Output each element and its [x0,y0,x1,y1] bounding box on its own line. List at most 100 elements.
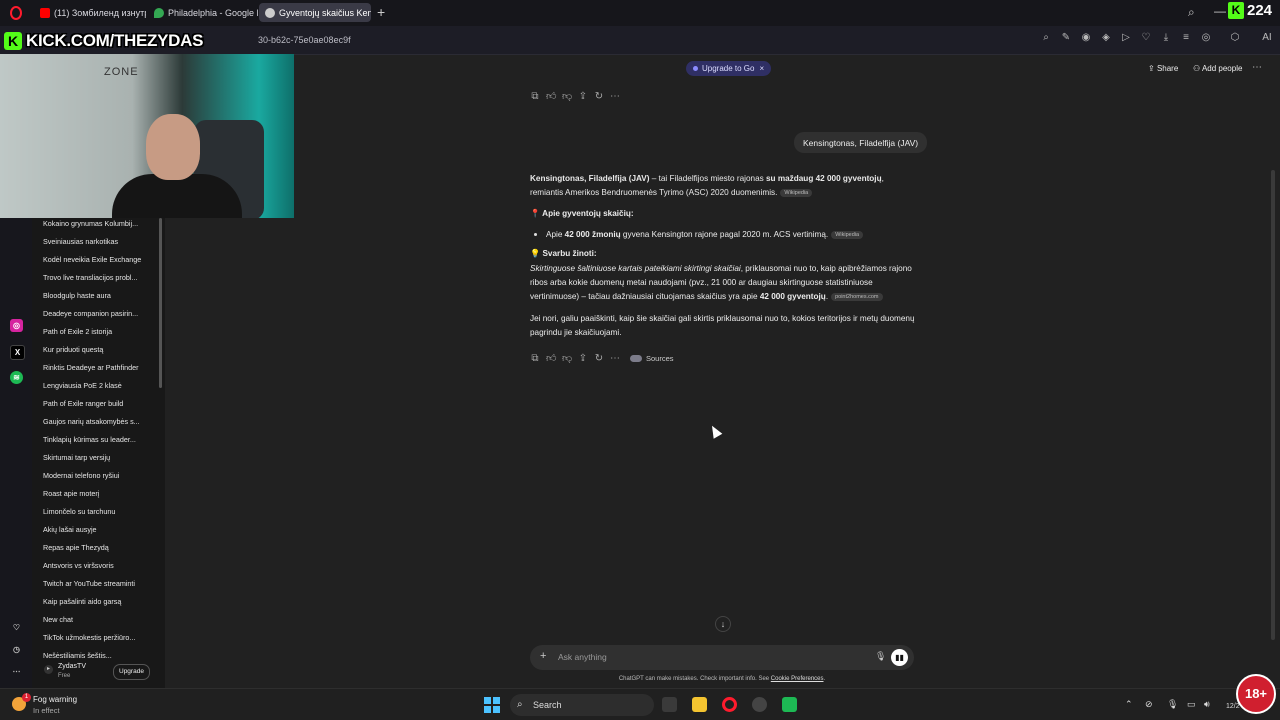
copy-icon[interactable]: ⧉ [530,91,540,102]
weather-title[interactable]: Fog warning [33,695,77,704]
tab-chatgpt[interactable]: Gyventojų skaičius Kensin [259,3,371,22]
prompt-input[interactable] [556,651,860,663]
sidebar-scrollbar[interactable] [159,218,162,388]
citation-chip[interactable]: Wikipedia [780,188,813,197]
tab-search-icon[interactable]: ⌕ [1188,5,1195,20]
close-icon[interactable]: × [759,64,764,73]
sidebar-chat-item[interactable]: Antsvoris vs viršsvoris [43,561,155,570]
more-options-icon[interactable]: ⋯ [1252,62,1262,73]
spotify-icon[interactable]: ≋ [10,371,23,384]
task-view-icon[interactable] [662,697,677,712]
more-icon[interactable]: ⋯ [610,91,620,102]
profile-upgrade-button[interactable]: Upgrade [113,664,150,680]
sidebar-chat-item[interactable]: Sveiniausias narkotikas [43,237,155,246]
x-twitter-icon[interactable]: X [10,345,25,360]
microphone-icon[interactable]: 🎙︎ [875,651,886,662]
opera-taskbar-icon[interactable] [722,697,737,712]
thumbs-up-icon[interactable]: 👍︎ [546,90,556,102]
bullet-bold: 42 000 žmonių [564,230,621,239]
tab-google-maps[interactable]: Philadelphia - Google Ma [148,3,258,22]
notification-badge: 1 [22,693,31,702]
edit-icon[interactable]: ✎ [1061,33,1071,43]
sidebar-chat-item[interactable]: Tinklapių kūrimas su leader... [43,435,155,444]
account-icon[interactable]: ◎ [1201,33,1211,43]
sidebar-chat-item[interactable]: Akių lašai ausyje [43,525,155,534]
citation-chip[interactable]: Wikipedia [831,230,864,239]
sidebar-chat-item[interactable]: Kur priduoti questą [43,345,155,354]
avatar[interactable]: ▸ [44,665,53,674]
play-icon[interactable]: ▷ [1121,33,1131,43]
clock[interactable]: 12/2 [1226,703,1240,710]
profile-name[interactable]: ZydasTV [58,663,86,670]
ai-icon[interactable]: AI [1258,33,1276,43]
sidebar-chat-item[interactable]: New chat [43,615,155,624]
tab-label: Philadelphia - Google Ma [168,7,258,18]
taskbar-search[interactable]: ⌕ Search [510,694,654,716]
sidebar-chat-item[interactable]: Trovo live transliacijos probl... [43,273,155,282]
history-icon[interactable]: ◷ [10,643,23,656]
page-scrollbar[interactable] [1271,170,1275,640]
share-icon[interactable]: ⇪ [578,353,588,364]
sidebar-chat-item[interactable]: Deadeye companion pasirin... [43,309,155,318]
sidebar-chat-item[interactable]: Twitch ar YouTube streaminti [43,579,155,588]
scroll-to-bottom-button[interactable]: ↓ [715,616,731,632]
sidebar-chat-item[interactable]: Kokaino grynumas Kolumbij... [43,219,155,228]
instagram-icon[interactable]: ◎ [10,319,23,332]
sidebar-chat-item[interactable]: Kodėl neveikia Exile Exchange [43,255,155,264]
sidebar-chat-item[interactable]: Roast apie moterį [43,489,155,498]
minimize-icon[interactable]: — [1214,4,1226,18]
thumbs-down-icon[interactable]: 👎︎ [562,352,572,364]
regenerate-icon[interactable]: ↻ [594,353,604,364]
tab-youtube[interactable]: (11) Зомбиленд изнутри [34,3,146,22]
file-explorer-icon[interactable] [692,697,707,712]
camera-icon[interactable]: ◉ [1081,33,1091,43]
display-icon[interactable]: ▭ [1187,699,1196,710]
network-icon[interactable]: ⊘ [1145,699,1153,710]
sidebar-chat-item[interactable]: Modernai telefono ryšiui [43,471,155,480]
tray-chevron-icon[interactable]: ⌃ [1125,699,1133,710]
sidebar-chat-item[interactable]: Path of Exile 2 istorija [43,327,155,336]
sidebar-chat-item[interactable]: TikTok užmokestis peržiūro... [43,633,155,642]
thumbs-down-icon[interactable]: 👎︎ [562,90,572,102]
windows-start-icon[interactable] [484,697,500,713]
new-tab-button[interactable]: + [377,5,385,19]
sidebar-chat-item[interactable]: Limončelo su tarchunu [43,507,155,516]
attach-plus-icon[interactable]: + [540,650,546,662]
sidebar-chat-item[interactable]: Bloodgulp haste aura [43,291,155,300]
share-icon[interactable]: ⇪ [578,91,588,102]
opera-menu-icon[interactable] [10,6,22,20]
obs-icon[interactable] [752,697,767,712]
sidebar-chat-item[interactable]: Gaujos narių atsakomybės s... [43,417,155,426]
sidebar-chat-item[interactable]: Kaip pašalinti aido garsą [43,597,155,606]
citation-chip[interactable]: point2homes.com [831,292,883,301]
mouse-cursor [707,423,723,439]
sidebar-chat-item[interactable]: Skirtumai tarp versijų [43,453,155,462]
download-icon[interactable]: ⤓ [1161,33,1171,43]
heart-icon[interactable]: ♡ [10,621,23,634]
sidebar-chat-item[interactable]: Lengviausia PoE 2 klasė [43,381,155,390]
extensions-icon[interactable]: ⬡ [1230,33,1240,43]
copy-icon[interactable]: ⧉ [530,353,540,364]
regenerate-icon[interactable]: ↻ [594,91,604,102]
sources-button[interactable]: Sources [630,354,674,363]
heart-icon[interactable]: ♡ [1141,33,1151,43]
more-icon[interactable]: ⋯ [10,665,23,678]
add-people-button[interactable]: ⚇ Add people [1193,64,1242,73]
more-icon[interactable]: ⋯ [610,353,620,364]
zoom-icon[interactable]: ⌕ [1041,33,1051,43]
voice-mode-button[interactable]: ▮▮ [891,649,908,666]
upgrade-to-go-button[interactable]: Upgrade to Go × [686,61,772,76]
sidebar-chat-item[interactable]: Repas apie Thezydą [43,543,155,552]
thumbs-up-icon[interactable]: 👍︎ [546,352,556,364]
sidebar-chat-item[interactable]: Path of Exile ranger build [43,399,155,408]
volume-icon[interactable]: 🔊︎ [1204,699,1210,710]
app-icon[interactable] [782,697,797,712]
mic-tray-icon[interactable]: 🎙︎ [1167,699,1178,710]
url-field[interactable]: 30-b62c-75e0ae08ec9f [258,35,351,45]
sidebar-chat-item[interactable]: Nešėstiliamis šeštis... [43,651,155,660]
menu-icon[interactable]: ≡ [1181,33,1191,43]
shield-icon[interactable]: ◈ [1101,33,1111,43]
share-button[interactable]: ⇪ Share [1148,64,1178,73]
cookie-preferences-link[interactable]: Cookie Preferences [771,676,824,682]
sidebar-chat-item[interactable]: Rinktis Deadeye ar Pathfinder [43,363,155,372]
